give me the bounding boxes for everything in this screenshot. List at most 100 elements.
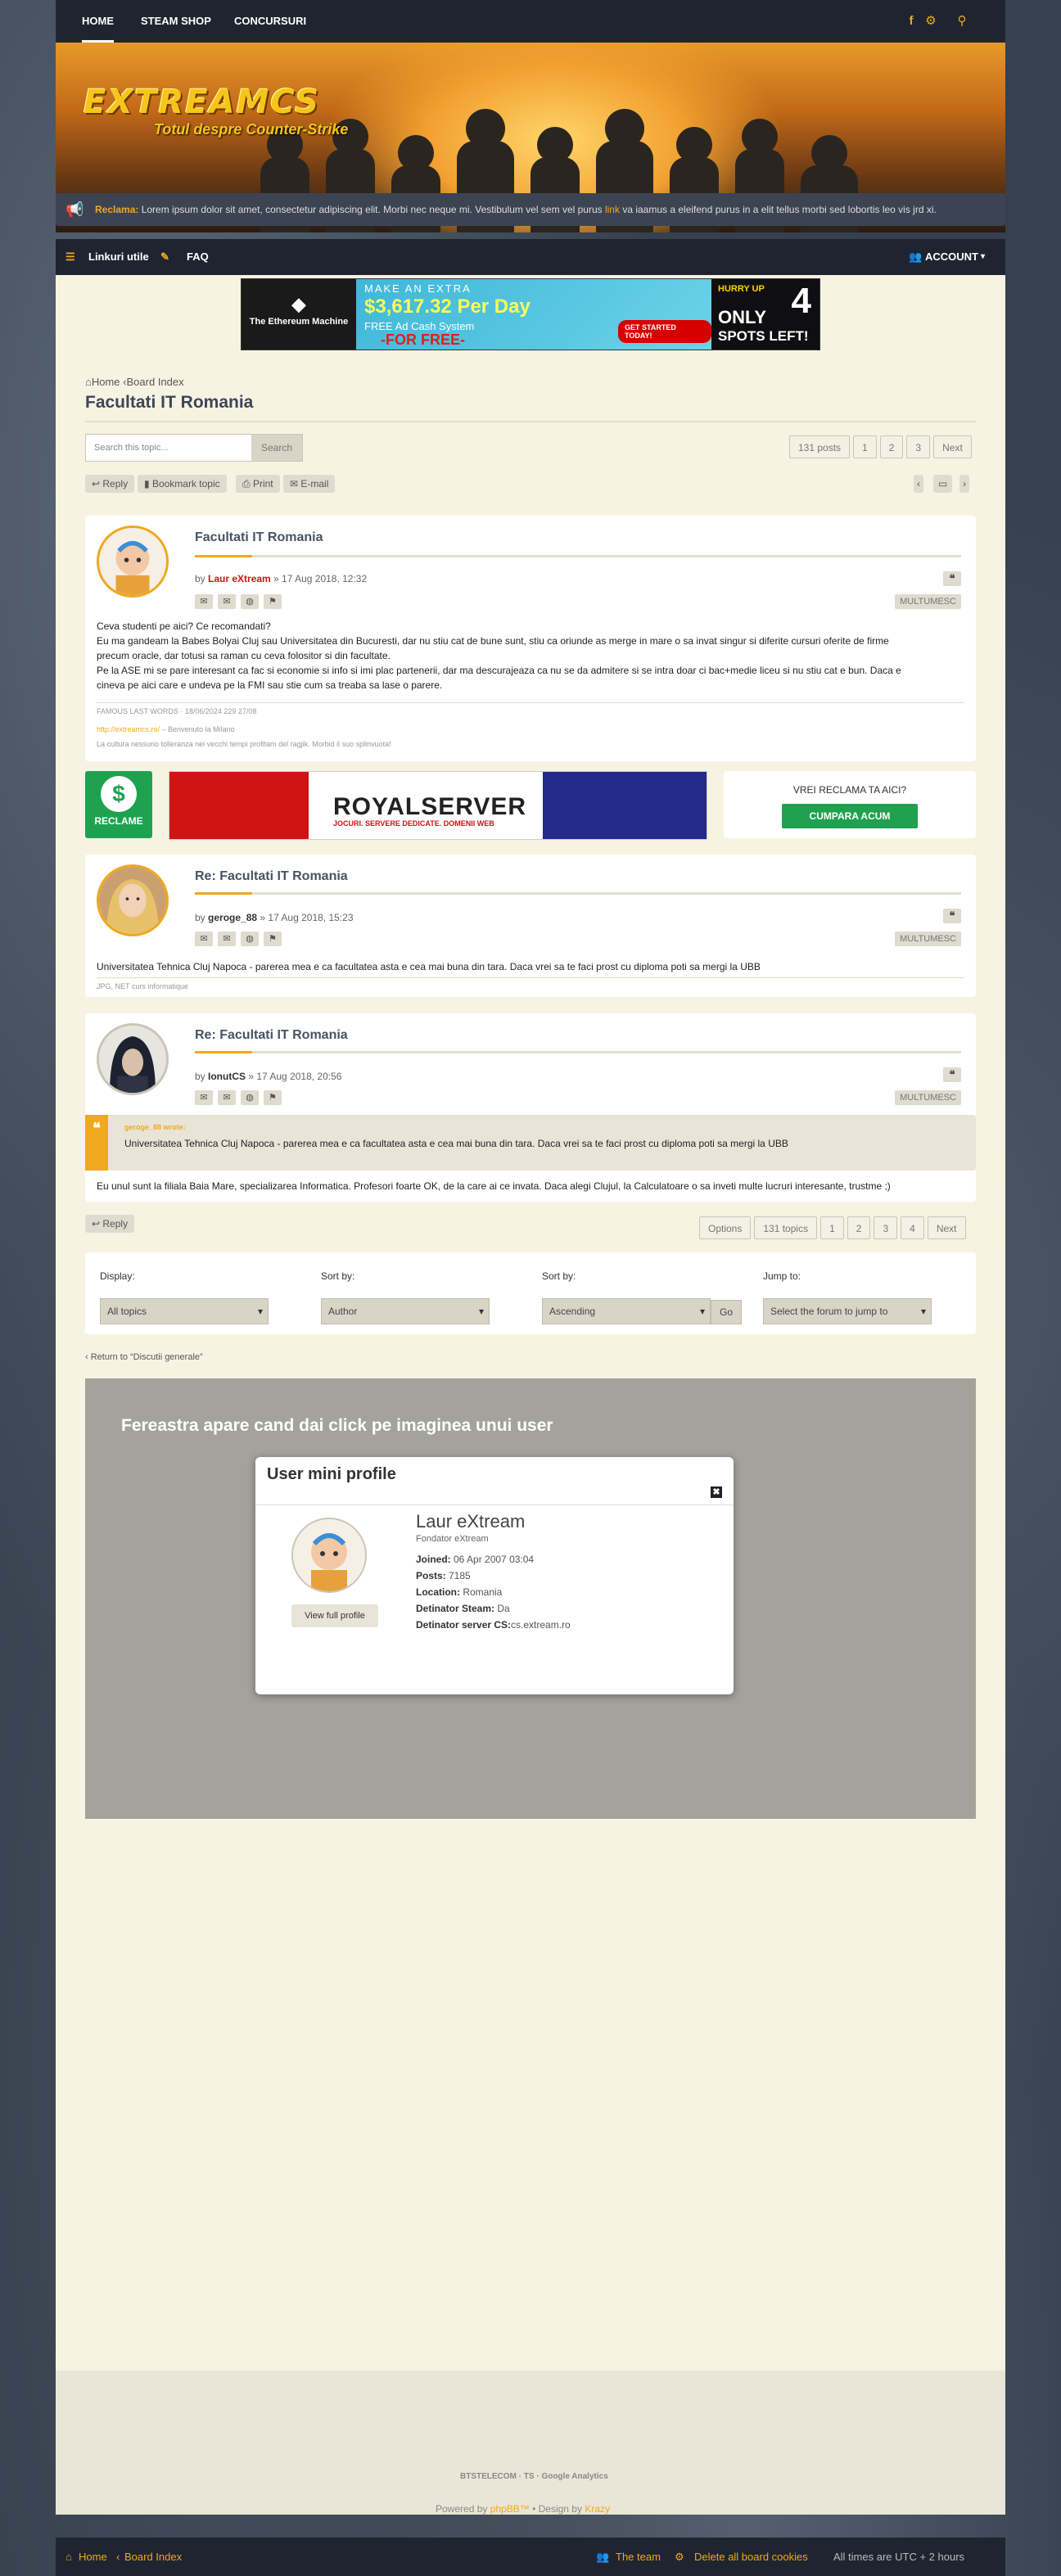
- post-title[interactable]: Re: Facultati IT Romania: [195, 1028, 348, 1043]
- next-page[interactable]: Next: [927, 1216, 966, 1239]
- website-icon[interactable]: ◍: [241, 932, 259, 946]
- profile-icons: ✉ ✉ ◍ ⚑: [195, 594, 282, 609]
- ad-cta[interactable]: GET STARTED TODAY!: [618, 320, 711, 343]
- avatar[interactable]: [97, 526, 169, 598]
- email-icon[interactable]: ✉: [218, 932, 236, 946]
- go-button[interactable]: Go: [711, 1300, 742, 1324]
- signature-line: http://extreamcs.ro/ – Benvenuto la Mila…: [97, 725, 235, 733]
- avatar[interactable]: [97, 864, 169, 936]
- report-icon[interactable]: ⚑: [264, 594, 282, 609]
- report-icon[interactable]: ⚑: [264, 1090, 282, 1105]
- post-title[interactable]: Re: Facultati IT Romania: [195, 869, 348, 884]
- bottom-board-link[interactable]: Board Index: [124, 2538, 182, 2576]
- post-author[interactable]: IonutCS: [208, 1071, 246, 1082]
- sort-by-select[interactable]: Author: [321, 1298, 490, 1324]
- powered-label: Powered by: [436, 2503, 490, 2515]
- post-author[interactable]: Laur eXtream: [208, 573, 271, 584]
- phpbb-link[interactable]: phpBB™: [490, 2503, 530, 2515]
- jump-to-select[interactable]: Select the forum to jump to: [763, 1298, 932, 1324]
- print-button[interactable]: ⎙ Print: [236, 475, 280, 493]
- page-title[interactable]: Facultati IT Romania: [85, 393, 253, 413]
- quote-icon[interactable]: ❝: [943, 1067, 961, 1082]
- facebook-icon[interactable]: f: [904, 14, 919, 29]
- quote-mark-icon: ❝: [85, 1115, 108, 1171]
- nav-home[interactable]: HOME: [82, 0, 114, 43]
- breadcrumb-board[interactable]: Board Index: [127, 376, 184, 388]
- post-author-line: by Laur eXtream » 17 Aug 2018, 12:32: [195, 573, 367, 584]
- pm-icon[interactable]: ✉: [195, 932, 213, 946]
- page-2[interactable]: 2: [847, 1216, 871, 1239]
- bookmark-button[interactable]: ▮ Bookmark topic: [138, 475, 227, 493]
- email-button[interactable]: ✉ E-mail: [283, 475, 336, 493]
- nav-concursuri[interactable]: CONCURSURI: [234, 0, 306, 43]
- delete-cookies-link[interactable]: Delete all board cookies: [694, 2538, 808, 2576]
- search-input[interactable]: Search this topic...: [94, 443, 169, 453]
- avatar[interactable]: [97, 1023, 169, 1095]
- page-2[interactable]: 2: [879, 435, 904, 458]
- page-1[interactable]: 1: [820, 1216, 844, 1239]
- book-icon[interactable]: ▭: [933, 475, 953, 493]
- joined-value: 06 Apr 2007 03:04: [450, 1554, 535, 1565]
- email-icon[interactable]: ✉: [218, 594, 236, 609]
- thanks-button[interactable]: MULTUMESC: [895, 932, 961, 946]
- sort-order-select[interactable]: Ascending: [542, 1298, 711, 1324]
- reply-button[interactable]: ↩ Reply: [85, 475, 135, 493]
- ad-spots: SPOTS LEFT!: [718, 328, 809, 344]
- announcement-link[interactable]: link: [605, 204, 620, 215]
- announcement-text: Lorem ipsum dolor sit amet, consectetur …: [138, 204, 605, 215]
- website-icon[interactable]: ◍: [241, 594, 259, 609]
- breadcrumb-home[interactable]: Home: [92, 376, 120, 388]
- thanks-button[interactable]: MULTUMESC: [895, 1090, 961, 1105]
- home-icon: ⌂: [65, 2551, 72, 2563]
- pm-icon[interactable]: ✉: [195, 1090, 213, 1105]
- post-author[interactable]: geroge_88: [208, 912, 257, 923]
- prev-topic-icon[interactable]: ‹: [914, 475, 923, 493]
- reply-button-bottom[interactable]: ↩ Reply: [85, 1215, 135, 1233]
- nav-steam-shop[interactable]: STEAM SHOP: [141, 0, 211, 43]
- menu-icon[interactable]: ☰: [65, 239, 75, 275]
- page-4[interactable]: 4: [901, 1216, 924, 1239]
- thanks-button[interactable]: MULTUMESC: [895, 594, 961, 609]
- quote-author[interactable]: geroge_88 wrote:: [124, 1123, 186, 1131]
- buy-ad-button[interactable]: CUMPARA ACUM: [782, 804, 918, 828]
- mini-profile-modal: User mini profile ✖ View full profile La…: [255, 1457, 734, 1694]
- next-topic-icon[interactable]: ›: [959, 475, 969, 493]
- report-icon[interactable]: ⚑: [264, 932, 282, 946]
- reclame-badge[interactable]: $ RECLAME: [85, 771, 152, 838]
- quote-icon[interactable]: ❝: [943, 571, 961, 586]
- search-button[interactable]: Search: [251, 435, 302, 461]
- reclame-label: RECLAME: [94, 815, 143, 827]
- partner-logos[interactable]: BTSTELECOM · TS · Google Analytics: [460, 2472, 608, 2481]
- view-full-profile-button[interactable]: View full profile: [291, 1604, 378, 1627]
- team-link[interactable]: The team: [616, 2538, 661, 2576]
- post-author-line: by geroge_88 » 17 Aug 2018, 15:23: [195, 912, 354, 923]
- options-button[interactable]: Options: [699, 1216, 752, 1239]
- page-3[interactable]: 3: [906, 435, 931, 458]
- search-icon[interactable]: ⚲: [955, 14, 969, 29]
- email-icon[interactable]: ✉: [218, 1090, 236, 1105]
- website-icon[interactable]: ◍: [241, 1090, 259, 1105]
- quote-icon[interactable]: ❝: [943, 909, 961, 923]
- page-1[interactable]: 1: [853, 435, 877, 458]
- next-page[interactable]: Next: [933, 435, 972, 458]
- return-link[interactable]: ‹ Return to “Discutii generale”: [85, 1352, 203, 1362]
- royalserver-ad[interactable]: ROYALSERVER JOCURI. SERVERE DEDICATE. DOM…: [169, 771, 707, 840]
- faq-link[interactable]: FAQ: [187, 239, 209, 275]
- designer-link[interactable]: Krazy: [585, 2503, 610, 2515]
- site-logo[interactable]: EXTREAMCS: [84, 83, 320, 121]
- signature-link[interactable]: http://extreamcs.ro/: [97, 725, 160, 733]
- post-separator: [97, 702, 964, 703]
- close-icon[interactable]: ✖: [711, 1487, 722, 1498]
- useful-links[interactable]: Linkuri utile: [88, 239, 149, 275]
- post-separator: [97, 977, 964, 978]
- steam-icon[interactable]: ⚙: [923, 14, 938, 29]
- profile-posts: Posts: 7185: [416, 1570, 471, 1581]
- display-select[interactable]: All topics: [100, 1298, 269, 1324]
- post-title[interactable]: Facultati IT Romania: [195, 530, 323, 545]
- account-menu[interactable]: ACCOUNT: [925, 239, 978, 275]
- pm-icon[interactable]: ✉: [195, 594, 213, 609]
- page-3[interactable]: 3: [874, 1216, 898, 1239]
- top-ad-banner[interactable]: ◆ The Ethereum Machine MAKE AN EXTRA $3,6…: [241, 278, 820, 350]
- bottom-home-link[interactable]: Home: [79, 2538, 107, 2576]
- ads-row: $ RECLAME ROYALSERVER JOCURI. SERVERE DEDI…: [85, 768, 976, 841]
